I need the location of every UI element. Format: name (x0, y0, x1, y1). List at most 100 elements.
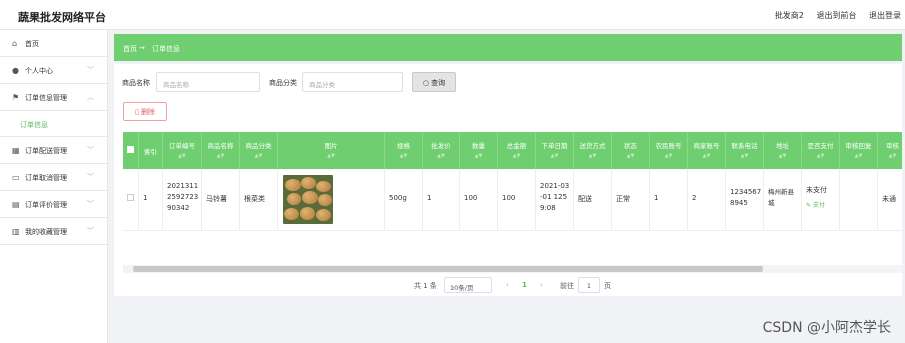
breadcrumb: 首页 → 订单信息 (114, 34, 902, 61)
trash-icon: ▯ (134, 108, 139, 116)
cell-price: 1 (423, 169, 460, 231)
content-panel: 商品名称 商品名称 商品分类 商品分类 ○ 查询 ▯ 删除 索引 订单编号 ▲▼ … (114, 64, 902, 296)
bar-chart-icon: ▥ (12, 227, 20, 236)
cell-index: 1 (139, 169, 163, 231)
current-user: 批发商2 (774, 11, 804, 20)
table-row[interactable]: 1 2021311 2592723 90342 马铃薯 根菜类 500g 1 1… (123, 169, 902, 231)
chevron-down-icon: ﹀ (87, 66, 94, 74)
cell-order-no: 2021311 2592723 90342 (163, 169, 202, 231)
sidebar-item-profile[interactable]: ● 个人中心 ﹀ (0, 57, 107, 84)
cell-category: 根菜类 (240, 169, 278, 231)
top-right-links: 批发商2 退出到前台 退出登录 (765, 10, 901, 21)
page-suffix: 页 (604, 282, 611, 290)
sidebar-item-label: 我的收藏管理 (25, 228, 67, 236)
sidebar-item-delivery-mgmt[interactable]: ▦ 订单配送管理 ﹀ (0, 137, 107, 164)
home-icon: ⌂ (12, 39, 18, 48)
cell-delivery: 配送 (574, 169, 612, 231)
potato-image[interactable] (283, 175, 333, 224)
to-front-link[interactable]: 退出到前台 (816, 11, 856, 20)
logout-link[interactable]: 退出登录 (869, 11, 901, 20)
col-status[interactable]: 状态 ▲▼ (612, 132, 650, 169)
sidebar-subitem-order-info[interactable]: 订单信息 (0, 111, 107, 137)
col-spec[interactable]: 规格 ▲▼ (385, 132, 423, 169)
cell-reply (840, 169, 878, 231)
sidebar-item-favorites-mgmt[interactable]: ▥ 我的收藏管理 ﹀ (0, 218, 107, 245)
breadcrumb-home[interactable]: 首页 (123, 44, 137, 54)
total-count: 共 1 条 (414, 282, 437, 290)
col-reply[interactable]: 审核回复 ▲▼ (840, 132, 878, 169)
sidebar-item-label: 订单取消管理 (25, 174, 67, 182)
name-search-input[interactable]: 商品名称 (156, 72, 260, 92)
col-price[interactable]: 批发价 ▲▼ (423, 132, 460, 169)
cell-farmer: 1 (650, 169, 688, 231)
col-category[interactable]: 商品分类 ▲▼ (240, 132, 278, 169)
cell-spec: 500g (385, 169, 423, 231)
col-phone[interactable]: 联系电话 ▲▼ (726, 132, 764, 169)
bank-icon: ▦ (12, 146, 20, 155)
cell-qty: 100 (460, 169, 498, 231)
cell-phone: 1234567 8945 (726, 169, 764, 231)
watermark: CSDN @小阿杰学长 (762, 320, 891, 336)
search-button-label: 查询 (431, 79, 446, 87)
flag-icon: ⚑ (12, 93, 20, 102)
paid-status: 未支付 (806, 186, 827, 194)
cell-image (278, 169, 385, 231)
main-content: 首页 → 订单信息 商品名称 商品名称 商品分类 商品分类 ○ 查询 ▯ 删除 … (114, 30, 905, 343)
cell-name: 马铃薯 (202, 169, 240, 231)
col-review[interactable]: 审核 ▲▼ (878, 132, 902, 169)
sidebar-item-label: 订单配送管理 (25, 147, 67, 155)
sidebar-item-home[interactable]: ⌂ 首页 (0, 30, 107, 57)
col-merchant[interactable]: 商家账号 ▲▼ (688, 132, 726, 169)
delete-button[interactable]: ▯ 删除 (123, 102, 167, 121)
sidebar-item-label: 订单评价管理 (25, 201, 67, 209)
col-date[interactable]: 下单日期 ▲▼ (536, 132, 574, 169)
scrollbar-thumb[interactable] (133, 266, 763, 272)
category-search-input[interactable]: 商品分类 (302, 72, 403, 92)
col-qty[interactable]: 数量 ▲▼ (460, 132, 498, 169)
col-name[interactable]: 商品名称 ▲▼ (202, 132, 240, 169)
sidebar-item-label: 个人中心 (25, 67, 53, 75)
search-button[interactable]: ○ 查询 (412, 72, 456, 92)
sidebar-item-order-info-mgmt[interactable]: ⚑ 订单信息管理 ︿ (0, 84, 107, 111)
app-title: 蔬果批发网络平台 (18, 11, 106, 24)
row-checkbox[interactable] (123, 169, 139, 231)
cell-date: 2021-03 -01 125 9:08 (536, 169, 574, 231)
table-header: 索引 订单编号 ▲▼ 商品名称 ▲▼ 商品分类 ▲▼ 图片 ▲▼ 规格 ▲▼ 批发价 ▲▼ … (123, 132, 902, 169)
cell-review: 未通 (878, 169, 902, 231)
cell-total: 100 (498, 169, 536, 231)
page-size-select[interactable]: 10条/页 ⌄ (444, 277, 492, 293)
col-delivery[interactable]: 送货方式 ▲▼ (574, 132, 612, 169)
col-total[interactable]: 总金额 ▲▼ (498, 132, 536, 169)
goto-page-input[interactable]: 1 (578, 277, 600, 293)
sidebar-item-review-mgmt[interactable]: ▤ 订单评价管理 ﹀ (0, 191, 107, 218)
col-address[interactable]: 地址 ▲▼ (764, 132, 802, 169)
col-index: 索引 (139, 132, 163, 169)
message-icon: ▭ (12, 173, 20, 182)
cell-status: 正常 (612, 169, 650, 231)
next-page-icon[interactable]: › (540, 281, 543, 289)
col-image[interactable]: 图片 ▲▼ (278, 132, 385, 169)
delete-button-label: 删除 (141, 108, 156, 116)
horizontal-scrollbar[interactable] (123, 265, 902, 273)
current-page[interactable]: 1 (522, 281, 527, 289)
cell-paid: 未支付 ✎ 支付 (802, 169, 840, 231)
chevron-up-icon: ︿ (87, 93, 94, 101)
breadcrumb-current: 订单信息 (152, 45, 180, 53)
col-order-no[interactable]: 订单编号 ▲▼ (163, 132, 202, 169)
sidebar-item-label: 订单信息 (20, 121, 48, 129)
edit-icon: ✎ (806, 202, 812, 209)
chevron-down-icon: ﹀ (87, 146, 94, 154)
chevron-down-icon: ⌄ (450, 282, 456, 290)
chevron-down-icon: ﹀ (87, 200, 94, 208)
select-all-checkbox[interactable] (123, 132, 139, 169)
col-paid[interactable]: 是否支付 ▲▼ (802, 132, 840, 169)
sidebar-item-label: 首页 (25, 40, 39, 48)
pay-link[interactable]: ✎ 支付 (806, 200, 825, 209)
sidebar-item-cancel-mgmt[interactable]: ▭ 订单取消管理 ﹀ (0, 164, 107, 191)
user-icon: ● (12, 66, 19, 75)
prev-page-icon[interactable]: ‹ (506, 281, 509, 289)
col-farmer[interactable]: 农民账号 ▲▼ (650, 132, 688, 169)
goto-label: 前往 (560, 282, 574, 290)
search-icon: ○ (422, 79, 429, 87)
cell-address: 梅州新县城 (764, 169, 802, 231)
